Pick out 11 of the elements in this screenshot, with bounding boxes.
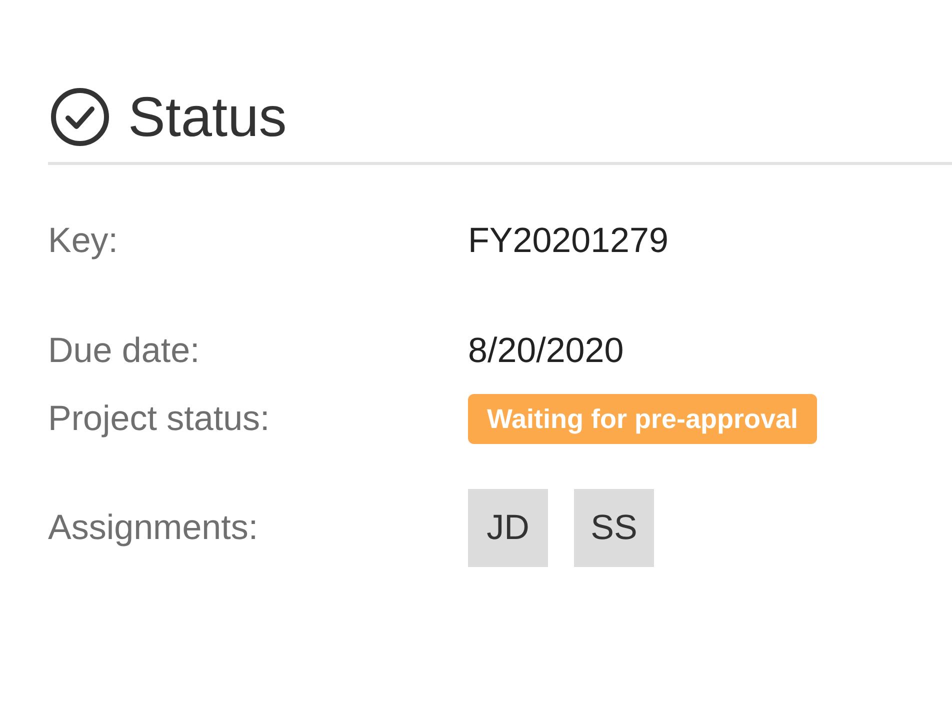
field-value: 8/20/2020 (468, 331, 624, 371)
assignee-avatar[interactable]: JD (468, 489, 548, 567)
field-label: Key: (48, 221, 120, 261)
assignee-avatar[interactable]: SS (574, 489, 654, 567)
field-value: FY20201279 (468, 221, 668, 261)
field-label: Assignments: (48, 508, 260, 548)
field-label: Due date: (48, 331, 201, 371)
field-label: Project status: (48, 399, 271, 439)
section-title: Status (128, 84, 287, 150)
status-badge: Waiting for pre-approval (468, 394, 818, 444)
check-circle-icon (50, 87, 110, 147)
